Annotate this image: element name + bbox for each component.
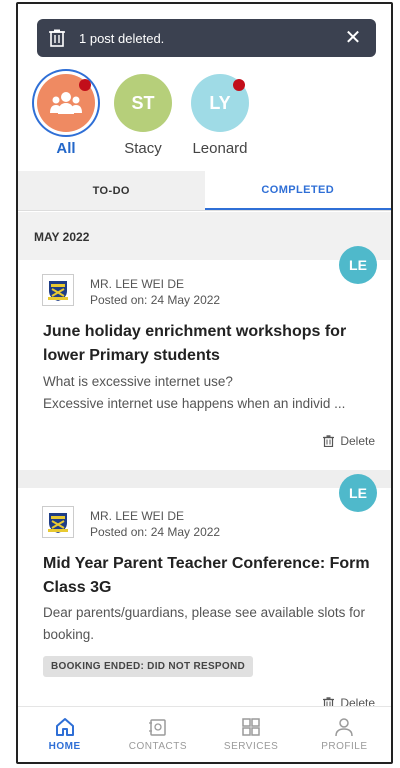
child-stacy[interactable]: ST Stacy: [108, 74, 178, 157]
nav-label: HOME: [48, 741, 81, 752]
avatar-label: Leonard: [192, 140, 248, 157]
post-title: June holiday enrichment workshops for lo…: [43, 323, 347, 364]
services-icon: [242, 718, 260, 736]
post-preview: Dear parents/guardians, please see avail…: [43, 605, 365, 642]
post-preview: What is excessive internet use? Excessiv…: [43, 371, 383, 415]
nav-label: SERVICES: [223, 741, 279, 752]
posted-date: Posted on: 24 May 2022: [90, 293, 221, 307]
nav-label: CONTACTS: [128, 741, 187, 752]
nav-contacts[interactable]: CONTACTS: [111, 707, 204, 762]
child-badge: LE: [339, 246, 377, 284]
posted-date: Posted on: 24 May 2022: [90, 525, 221, 539]
close-icon[interactable]: ✕: [342, 28, 364, 48]
home-icon: [55, 718, 74, 736]
status-badge: BOOKING ENDED: DID NOT RESPOND: [43, 656, 254, 677]
child-badge: LE: [339, 474, 377, 512]
nav-profile[interactable]: PROFILE: [298, 707, 391, 762]
post-title: Mid Year Parent Teacher Conference: Form…: [43, 555, 370, 596]
post-meta: MR. LEE WEI DE Posted on: 24 May 2022: [90, 508, 220, 540]
nav-home[interactable]: HOME: [18, 707, 111, 762]
bottom-nav: HOME CONTACTS SERVICES PROFILE: [18, 706, 391, 762]
avatar-label: Stacy: [124, 140, 162, 157]
delete-button[interactable]: Delete: [323, 434, 375, 448]
phone-screen: 1 post deleted. ✕ All ST Stacy LY Leonar…: [16, 2, 393, 764]
preview-line: Excessive internet use happens when an i…: [43, 396, 346, 411]
trash-icon: [49, 29, 65, 47]
avatar: ST: [114, 74, 172, 132]
delete-label: Delete: [340, 434, 375, 448]
avatar-initials: ST: [131, 92, 155, 113]
contacts-icon: [148, 719, 166, 736]
sender-name: MR. LEE WEI DE: [90, 277, 185, 291]
child-selector: All ST Stacy LY Leonard: [18, 74, 391, 164]
tab-completed[interactable]: COMPLETED: [204, 171, 391, 210]
school-crest-icon: [48, 513, 68, 533]
tab-bar: TO-DO COMPLETED: [18, 171, 391, 211]
nav-label: PROFILE: [321, 741, 368, 752]
toast-message: 1 post deleted.: [79, 30, 165, 46]
toast-notification: 1 post deleted. ✕: [37, 19, 376, 57]
child-all[interactable]: All: [31, 74, 101, 157]
section-header: MAY 2022: [18, 212, 391, 260]
avatar: [37, 74, 95, 132]
nav-services[interactable]: SERVICES: [205, 707, 298, 762]
profile-icon: [335, 718, 354, 737]
post-meta: MR. LEE WEI DE Posted on: 24 May 2022: [90, 276, 220, 308]
tab-todo[interactable]: TO-DO: [18, 171, 205, 210]
divider: [18, 470, 391, 488]
child-leonard[interactable]: LY Leonard: [185, 74, 255, 157]
post-card[interactable]: LE MR. LEE WEI DE Posted on: 24 May 2022…: [18, 474, 391, 710]
school-logo: [42, 274, 74, 306]
avatar: LY: [191, 74, 249, 132]
preview-line: What is excessive internet use?: [43, 374, 233, 389]
school-crest-icon: [48, 281, 68, 301]
unread-dot: [79, 79, 91, 91]
group-icon: [50, 92, 82, 114]
unread-dot: [233, 79, 245, 91]
sender-name: MR. LEE WEI DE: [90, 509, 185, 523]
school-logo: [42, 506, 74, 538]
avatar-initials: LY: [209, 92, 231, 113]
avatar-label: All: [56, 140, 76, 157]
trash-icon: [323, 435, 335, 447]
post-card[interactable]: LE MR. LEE WEI DE Posted on: 24 May 2022…: [18, 246, 391, 470]
